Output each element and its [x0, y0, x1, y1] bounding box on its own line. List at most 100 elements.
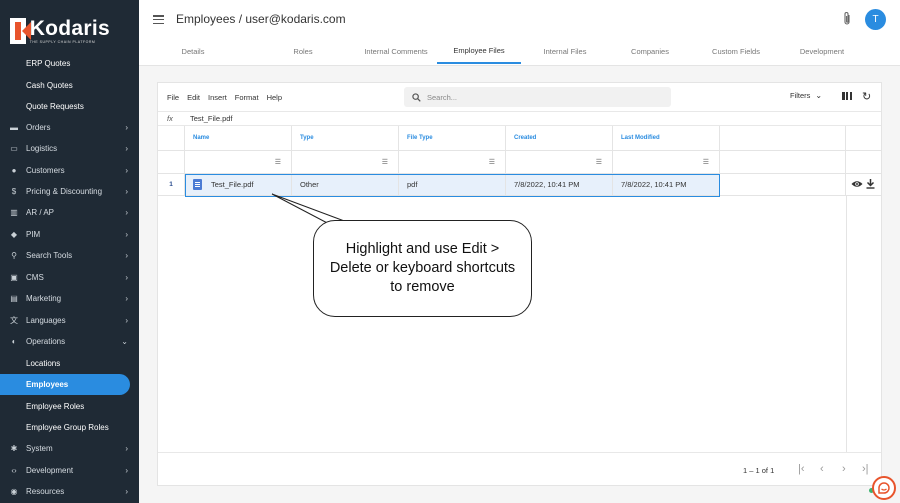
sidebar-item-label: Employee Roles [26, 402, 85, 411]
menu-insert[interactable]: Insert [208, 93, 227, 102]
chevron-right-icon: › [125, 123, 128, 132]
chevron-down-icon: ⌄ [815, 91, 823, 100]
filters-label: Filters [790, 91, 811, 100]
translate-icon: 文 [10, 316, 18, 325]
filter-icon[interactable]: ☰ [399, 151, 506, 174]
sidebar-item-ar-ap[interactable]: ▥ AR / AP › [0, 202, 139, 223]
eye-icon[interactable] [851, 180, 863, 188]
sidebar-item-languages[interactable]: 文 Languages › [0, 310, 139, 331]
filter-icon[interactable]: ☰ [292, 151, 399, 174]
sidebar-item-cms[interactable]: ▣ CMS › [0, 267, 139, 288]
sidebar-item-locations[interactable]: Locations [0, 353, 139, 374]
chevron-right-icon: › [125, 251, 128, 260]
sidebar-item-erp-quotes[interactable]: ERP Quotes [0, 53, 139, 74]
tab-development[interactable]: Development [785, 38, 859, 64]
pagination-range: 1 – 1 of 1 [743, 466, 775, 475]
sidebar-item-resources[interactable]: ◉ Resources › [0, 481, 139, 502]
tab-internal-comments[interactable]: Internal Comments [352, 38, 440, 64]
filter-icon[interactable]: ☰ [506, 151, 613, 174]
sidebar-item-label: Orders [26, 123, 51, 132]
hamburger-menu-icon[interactable] [153, 15, 164, 24]
sidebar-item-search-tools[interactable]: ⚲ Search Tools › [0, 245, 139, 266]
tab-companies[interactable]: Companies [616, 38, 684, 64]
tab-employee-files[interactable]: Employee Files [437, 38, 521, 64]
kodaris-logo[interactable]: Kodaris THE SUPPLY CHAIN PLATFORM [10, 16, 110, 46]
file-name: Test_File.pdf [211, 180, 254, 189]
chevron-right-icon: › [125, 444, 128, 453]
menu-help[interactable]: Help [267, 93, 282, 102]
tab-details[interactable]: Details [163, 38, 223, 64]
sidebar-item-quote-requests[interactable]: Quote Requests [0, 96, 139, 117]
formula-input[interactable]: Test_File.pdf [190, 114, 233, 123]
sidebar-item-customers[interactable]: ● Customers › [0, 160, 139, 181]
sidebar-item-marketing[interactable]: ▤ Marketing › [0, 288, 139, 309]
row-number[interactable]: 1 [158, 174, 185, 196]
sidebar-item-development[interactable]: ‹› Development › [0, 460, 139, 481]
empty-header-cell [720, 126, 846, 151]
next-page-icon[interactable]: › [842, 463, 846, 475]
sidebar-item-label: CMS [26, 273, 44, 282]
first-page-icon[interactable]: |‹ [798, 463, 805, 475]
empty-filter-cell [720, 151, 846, 174]
table-cell-last-modified[interactable]: 7/8/2022, 10:41 PM [613, 174, 720, 196]
column-header-name[interactable]: Name [185, 126, 292, 151]
sidebar-item-employee-roles[interactable]: Employee Roles [0, 396, 139, 417]
tag-icon: ◆ [10, 230, 18, 239]
sidebar-item-label: Marketing [26, 294, 62, 303]
last-page-icon[interactable]: ›| [862, 463, 869, 475]
empty-data-cell [720, 174, 846, 196]
callout-text: Highlight and use Edit > Delete or keybo… [329, 241, 516, 295]
chevron-right-icon: › [125, 316, 128, 325]
sidebar-item-logistics[interactable]: ▭ Logistics › [0, 138, 139, 159]
sidebar-item-cash-quotes[interactable]: Cash Quotes [0, 75, 139, 96]
dollar-icon: $ [11, 187, 17, 196]
sidebar-item-label: AR / AP [26, 208, 55, 217]
corner-cell [158, 126, 185, 151]
sidebar-item-label: Languages [26, 316, 66, 325]
column-header-type[interactable]: Type [292, 126, 399, 151]
chevron-right-icon: › [125, 166, 128, 175]
column-header-created[interactable]: Created [506, 126, 613, 151]
sidebar-item-label: Employee Group Roles [26, 423, 109, 432]
menu-file[interactable]: File [167, 93, 179, 102]
menu-edit[interactable]: Edit [187, 93, 200, 102]
table-cell-file-type[interactable]: pdf [399, 174, 506, 196]
logo-name: Kodaris [29, 16, 110, 40]
filter-icon[interactable]: ☰ [613, 151, 720, 174]
kodaris-logo-mark-icon [10, 18, 31, 44]
search-icon [412, 92, 421, 102]
marketing-icon: ▤ [10, 294, 18, 303]
sidebar-item-employee-group-roles[interactable]: Employee Group Roles [0, 417, 139, 438]
download-icon[interactable] [866, 179, 875, 189]
column-header-file-type[interactable]: File Type [399, 126, 506, 151]
tab-custom-fields[interactable]: Custom Fields [700, 38, 772, 64]
sidebar-item-label: Pricing & Discounting [26, 187, 103, 196]
columns-icon[interactable] [842, 92, 852, 100]
chat-bubble-icon [878, 482, 890, 494]
chat-support-icon[interactable] [872, 476, 896, 500]
avatar[interactable]: T [865, 9, 886, 30]
filters-dropdown[interactable]: Filters ⌄ [790, 91, 822, 100]
search-input[interactable]: Search... [404, 87, 671, 107]
table-cell-created[interactable]: 7/8/2022, 10:41 PM [506, 174, 613, 196]
corner-cell [158, 151, 185, 174]
code-icon: ‹› [11, 466, 17, 475]
prev-page-icon[interactable]: ‹ [820, 463, 824, 475]
paperclip-icon[interactable] [842, 11, 852, 27]
column-header-last-modified[interactable]: Last Modified [613, 126, 720, 151]
sidebar-item-orders[interactable]: ▬ Orders › [0, 117, 139, 138]
refresh-icon[interactable]: ↻ [862, 90, 871, 103]
sidebar-item-pricing[interactable]: $ Pricing & Discounting › [0, 181, 139, 202]
sidebar-item-system[interactable]: ✱ System › [0, 438, 139, 459]
sidebar-item-employees[interactable]: Employees [0, 374, 130, 395]
menu-format[interactable]: Format [235, 93, 259, 102]
tab-roles[interactable]: Roles [273, 38, 333, 64]
sidebar-item-pim[interactable]: ◆ PIM › [0, 224, 139, 245]
filter-icon[interactable]: ☰ [185, 151, 292, 174]
logistics-icon: ▭ [10, 144, 18, 153]
tab-internal-files[interactable]: Internal Files [531, 38, 599, 64]
table-cell-type[interactable]: Other [292, 174, 399, 196]
table-cell-name[interactable]: Test_File.pdf [185, 174, 292, 196]
sidebar-item-operations[interactable]: ◐ Operations ⌄ [0, 331, 139, 352]
users-icon: ● [11, 166, 17, 175]
